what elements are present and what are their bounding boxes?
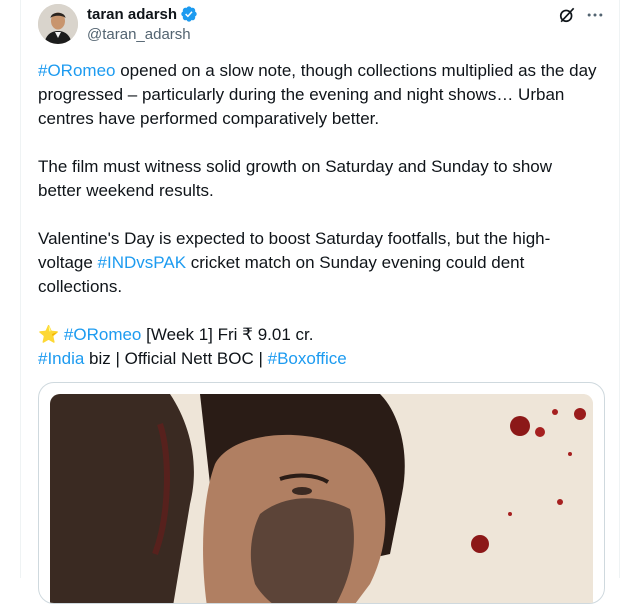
verified-badge-icon	[181, 6, 197, 22]
hashtag-link[interactable]: #INDvsPAK	[98, 253, 187, 272]
line-text: [Week 1] Fri ₹ 9.01 cr.	[141, 325, 314, 344]
author-handle[interactable]: @taran_adarsh	[87, 26, 191, 43]
line-text: biz | Official Nett BOC |	[84, 349, 268, 368]
paragraph-text: opened on a slow note, though collection…	[38, 61, 597, 128]
timeline-border-right	[619, 0, 620, 578]
avatar-image	[38, 4, 78, 44]
media-card[interactable]	[38, 382, 605, 604]
tweet-line-5: #India biz | Official Nett BOC | #Boxoff…	[38, 347, 598, 371]
tweet-text: #ORomeo opened on a slow note, though co…	[38, 59, 598, 371]
hashtag-link[interactable]: #ORomeo	[64, 325, 141, 344]
tweet-paragraph-1: #ORomeo opened on a slow note, though co…	[38, 59, 598, 131]
timeline-border-left	[20, 0, 21, 578]
tweet-paragraph-3: Valentine's Day is expected to boost Sat…	[38, 227, 598, 299]
star-emoji-icon: ⭐	[38, 325, 60, 344]
author-name-row[interactable]: taran adarsh	[87, 5, 198, 23]
tweet-line-4: ⭐ #ORomeo [Week 1] Fri ₹ 9.01 cr.	[38, 323, 598, 347]
hashtag-link[interactable]: #Boxoffice	[268, 349, 347, 368]
grok-icon[interactable]	[557, 5, 577, 25]
more-options-icon[interactable]	[585, 5, 605, 25]
tweet-paragraph-2: The film must witness solid growth on Sa…	[38, 157, 553, 200]
hashtag-link[interactable]: #ORomeo	[38, 61, 115, 80]
movie-poster-image[interactable]	[50, 394, 593, 603]
hashtag-link[interactable]: #India	[38, 349, 84, 368]
display-name[interactable]: taran adarsh	[87, 6, 177, 23]
poster-artwork	[50, 394, 593, 603]
avatar[interactable]	[38, 4, 78, 44]
